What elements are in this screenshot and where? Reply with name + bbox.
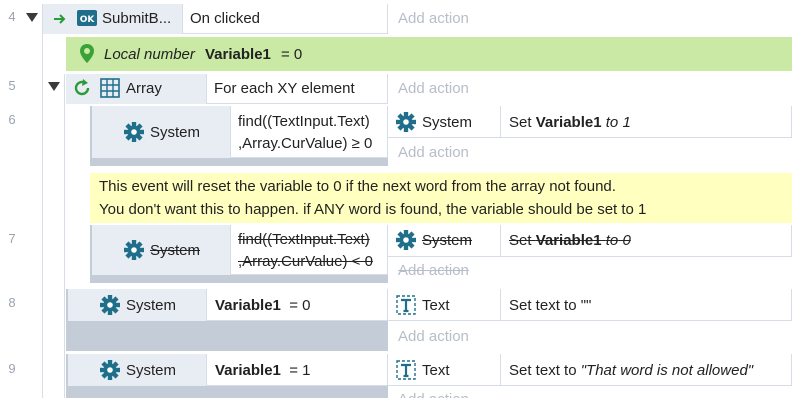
ok-button-icon: OK xyxy=(77,10,97,26)
action-value: 0 xyxy=(622,232,631,249)
action-object-system[interactable]: System xyxy=(422,113,472,133)
action-variable-name: Variable1 xyxy=(535,232,602,249)
row-number-5: 5 xyxy=(8,78,16,93)
object-name-system[interactable]: System xyxy=(126,361,176,381)
action-set-text-empty[interactable]: Set text to "" xyxy=(509,296,591,316)
add-action-link-6[interactable]: Add action xyxy=(398,143,469,163)
text-object-icon xyxy=(396,360,416,380)
row-number-7: 7 xyxy=(8,231,16,246)
action-object-text[interactable]: Text xyxy=(422,361,450,381)
comment-line-1: This event will reset the variable to 0 … xyxy=(99,178,616,195)
svg-text:OK: OK xyxy=(80,15,96,25)
condition-find-line1[interactable]: find((TextInput.Text) xyxy=(238,112,370,132)
action-divider xyxy=(500,289,501,321)
comment-line-2: You don't want this to happen. if ANY wo… xyxy=(99,201,647,218)
add-action-link-7[interactable]: Add action xyxy=(398,261,469,281)
arrow-right-icon xyxy=(54,14,66,24)
condition-find-disabled-line1[interactable]: find((TextInput.Text) xyxy=(238,230,370,250)
condition-for-each-xy-element[interactable]: For each XY element xyxy=(214,79,355,99)
event-gutter-line xyxy=(42,4,43,398)
action-variable-name: Variable1 xyxy=(535,114,602,131)
collapse-triangle-icon[interactable] xyxy=(26,13,38,22)
gear-icon xyxy=(396,112,416,132)
action-text-value: "That word is not allowed" xyxy=(580,362,754,379)
action-to-label: to xyxy=(605,232,619,249)
condition-variable-name: Variable1 xyxy=(215,362,281,379)
text-object-icon xyxy=(396,295,416,315)
gear-icon xyxy=(100,295,120,315)
gear-icon xyxy=(124,240,144,260)
action-object-system-disabled[interactable]: System xyxy=(422,231,472,251)
action-set-variable-6[interactable]: Set Variable1 to 1 xyxy=(509,113,631,133)
local-variable-value: = 0 xyxy=(281,46,303,63)
row-number-4: 4 xyxy=(8,9,16,24)
gear-icon xyxy=(396,230,416,250)
action-divider xyxy=(500,225,501,257)
condition-comparison: = 0 xyxy=(289,297,311,314)
add-action-link-4[interactable]: Add action xyxy=(398,9,469,29)
condition-find-disabled-line2[interactable]: ,Array.CurValue) < 0 xyxy=(238,252,373,272)
condition-on-clicked[interactable]: On clicked xyxy=(190,9,260,29)
grid-icon xyxy=(100,78,120,98)
gear-icon xyxy=(100,360,120,380)
object-name-submitbutton[interactable]: SubmitB... xyxy=(102,9,171,29)
action-value: 1 xyxy=(622,114,631,131)
action-set-label: Set xyxy=(509,114,532,131)
condition-comparison: = 1 xyxy=(289,362,311,379)
row-number-9: 9 xyxy=(8,361,16,376)
action-set-variable-7[interactable]: Set Variable1 to 0 xyxy=(509,231,631,251)
gear-icon xyxy=(124,122,144,142)
local-variable-name: Variable1 xyxy=(205,46,271,63)
object-name-system[interactable]: System xyxy=(150,123,200,143)
map-pin-icon xyxy=(80,44,94,63)
add-action-link-5[interactable]: Add action xyxy=(398,79,469,99)
local-variable-type: Local number xyxy=(104,46,195,63)
action-object-text[interactable]: Text xyxy=(422,296,450,316)
condition-find-line2[interactable]: ,Array.CurValue) ≥ 0 xyxy=(238,134,372,154)
condition-variable-name: Variable1 xyxy=(215,297,281,314)
action-set-text-label: Set text to xyxy=(509,362,577,379)
collapse-triangle-icon[interactable] xyxy=(48,82,60,91)
row-number-6: 6 xyxy=(8,112,16,127)
object-name-system-disabled[interactable]: System xyxy=(150,241,200,261)
action-set-label: Set xyxy=(509,232,532,249)
row-number-8: 8 xyxy=(8,295,16,310)
object-name-system[interactable]: System xyxy=(126,296,176,316)
loop-icon xyxy=(74,79,90,96)
event-gutter-line xyxy=(64,74,65,398)
action-set-text-message[interactable]: Set text to "That word is not allowed" xyxy=(509,361,753,381)
condition-compare-variable-9[interactable]: Variable1 = 1 xyxy=(215,361,311,381)
add-action-link-9[interactable]: Add action xyxy=(398,390,469,398)
object-name-array[interactable]: Array xyxy=(126,79,162,99)
condition-compare-variable-8[interactable]: Variable1 = 0 xyxy=(215,296,311,316)
add-action-link-8[interactable]: Add action xyxy=(398,327,469,347)
action-divider xyxy=(500,106,501,138)
action-divider xyxy=(500,354,501,386)
action-to-label: to xyxy=(605,114,619,131)
